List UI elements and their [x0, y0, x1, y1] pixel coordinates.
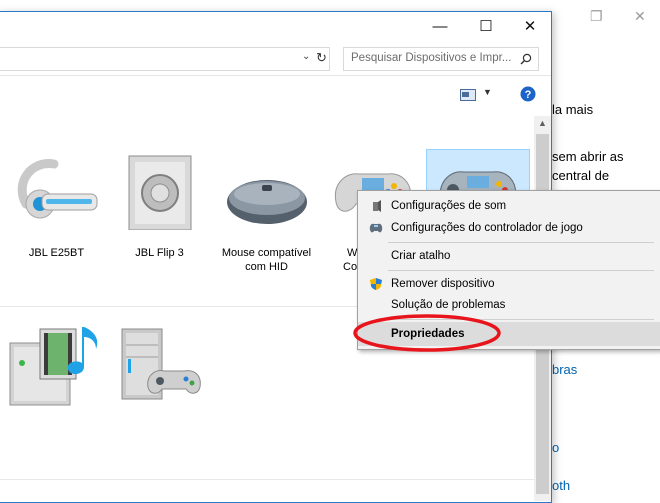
headset-icon [17, 159, 97, 219]
scroll-up-icon[interactable]: ▲ [538, 118, 547, 128]
device-jbl-e25bt[interactable]: JBL E25BT [9, 152, 104, 260]
menu-item-sound-settings[interactable]: Configurações de som [358, 195, 660, 217]
red-highlight-ellipse [353, 314, 501, 352]
section-divider [0, 479, 534, 480]
menu-item-remove-device[interactable]: Remover dispositivo [358, 273, 660, 295]
svg-text:?: ? [525, 89, 532, 101]
bg-link-1[interactable]: bras [552, 362, 577, 377]
bg-text-line-1: la mais [552, 102, 594, 117]
bg-link-2[interactable]: o [552, 440, 559, 455]
help-icon[interactable]: ? [520, 86, 536, 102]
title-bar: — ☐ ✕ [0, 12, 551, 43]
close-icon[interactable]: ✕ [634, 8, 646, 25]
bg-text-line-3: central de [552, 168, 610, 183]
menu-item-label: Configurações do controlador de jogo [391, 222, 583, 234]
device-jbl-flip-3[interactable]: JBL Flip 3 [112, 152, 207, 260]
menu-separator [388, 270, 654, 271]
search-placeholder: Pesquisar Dispositivos e Impr... [351, 52, 512, 64]
menu-separator [388, 242, 654, 243]
pc-gamepad-icon [121, 328, 201, 400]
device-media-server[interactable] [4, 323, 104, 412]
menu-item-game-controller-settings[interactable]: Configurações do controlador de jogo [358, 217, 660, 239]
gamepad-small-icon [369, 223, 383, 233]
maximize-button[interactable]: ☐ [465, 14, 507, 40]
media-device-icon [9, 327, 98, 406]
address-bar[interactable]: ⌄ ↻ [0, 47, 330, 71]
bg-text-line-2: sem abrir as [552, 149, 624, 164]
mouse-icon [226, 180, 307, 224]
search-input[interactable]: Pesquisar Dispositivos e Impr... [343, 47, 539, 71]
uac-shield-icon [370, 278, 382, 290]
command-bar: ▼ ? [0, 75, 551, 117]
refresh-icon[interactable]: ↻ [316, 50, 327, 66]
chevron-down-icon[interactable]: ⌄ [302, 51, 310, 62]
menu-item-label: Configurações de som [391, 200, 507, 212]
view-dropdown-icon[interactable]: ▼ [483, 87, 492, 97]
device-label: Mouse compatível com HID [221, 247, 312, 273]
menu-item-create-shortcut[interactable]: Criar atalho [358, 245, 660, 267]
menu-item-label: Criar atalho [391, 250, 451, 262]
speaker-icon [128, 155, 191, 231]
close-button[interactable]: ✕ [509, 14, 551, 40]
device-label: JBL Flip 3 [135, 247, 184, 259]
view-icon[interactable] [460, 89, 476, 101]
minimize-button[interactable]: — [419, 14, 461, 40]
restore-icon[interactable]: ❐ [590, 8, 603, 25]
speaker-small-icon [373, 200, 381, 212]
menu-item-label: Remover dispositivo [391, 278, 495, 290]
search-icon [520, 53, 532, 65]
bg-link-3[interactable]: oth [552, 478, 570, 493]
address-row: ⌄ ↻ Pesquisar Dispositivos e Impr... [0, 44, 551, 74]
device-pc-gamepad[interactable] [114, 323, 214, 412]
device-mouse-hid[interactable]: Mouse compatível com HID [219, 152, 314, 274]
device-label: JBL E25BT [28, 247, 85, 259]
